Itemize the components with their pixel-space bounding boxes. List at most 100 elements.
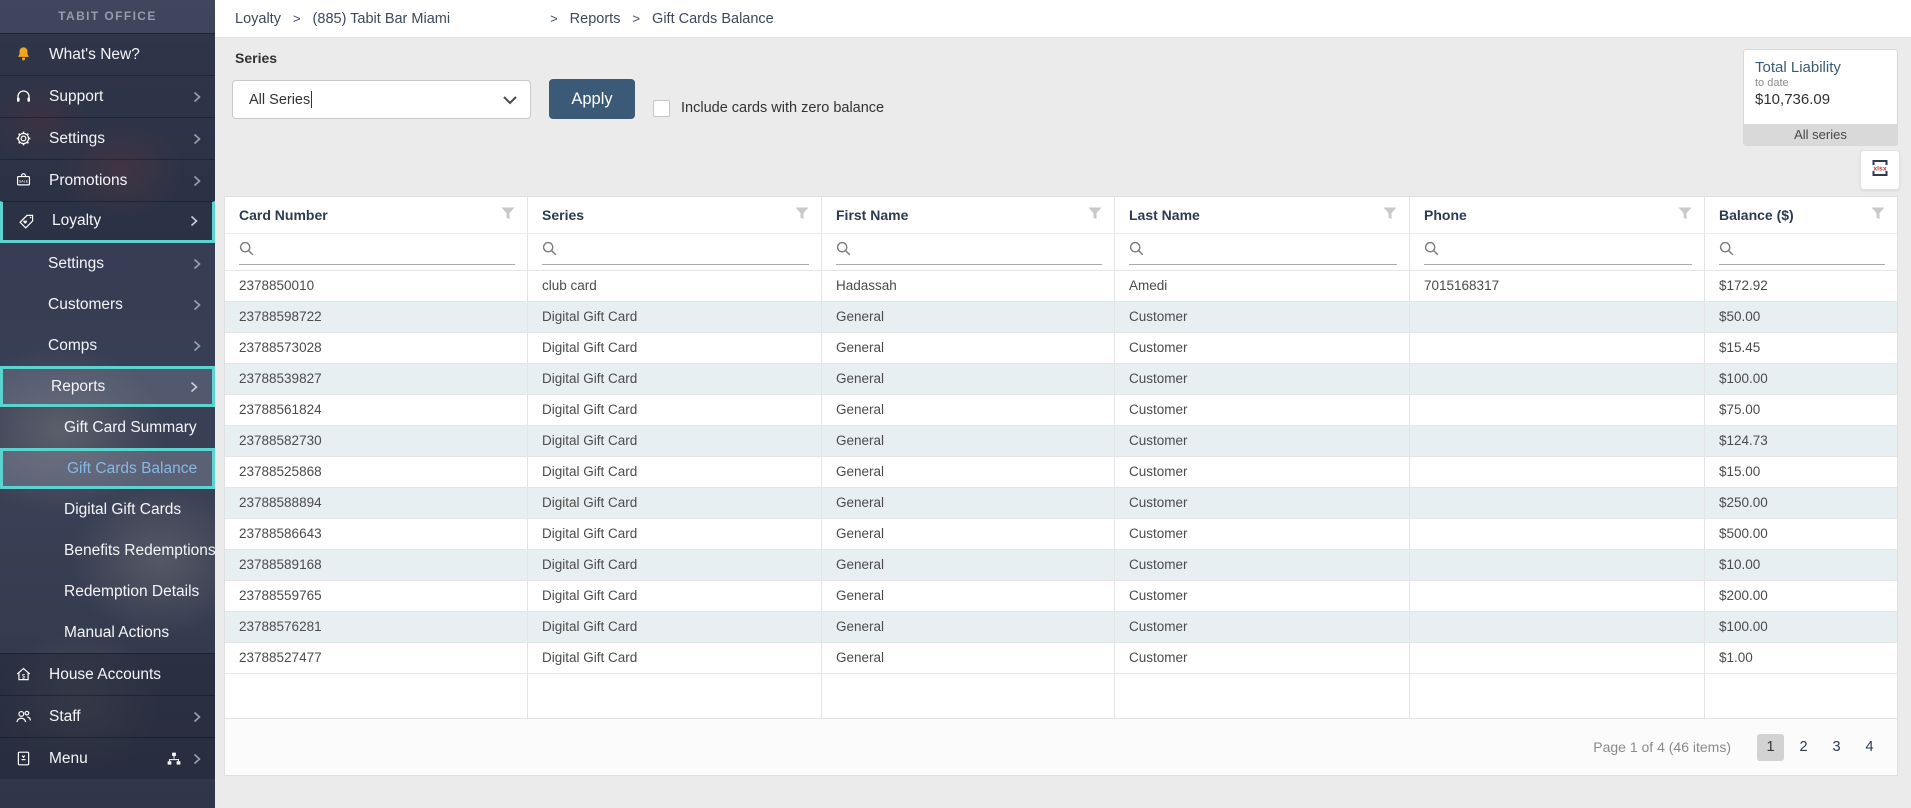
sidebar-item-customers[interactable]: Customers — [0, 284, 215, 325]
cell-first-name: Hadassah — [822, 271, 1115, 301]
main-content: Series All Series Apply Include cards wi… — [215, 38, 1911, 808]
table-row[interactable]: 23788561824 Digital Gift Card General Cu… — [225, 394, 1897, 425]
table-row[interactable]: 23788573028 Digital Gift Card General Cu… — [225, 332, 1897, 363]
page-button-2[interactable]: 2 — [1790, 734, 1817, 761]
sidebar-item-manual-actions[interactable]: Manual Actions — [0, 612, 215, 653]
zero-balance-checkbox[interactable] — [653, 100, 670, 117]
cell-balance: $15.45 — [1705, 333, 1897, 363]
cell-phone — [1410, 457, 1705, 487]
sidebar: TABIT OFFICE What's New? Support Setting… — [0, 0, 215, 808]
gear-icon — [14, 129, 40, 148]
table-row[interactable]: 23788598722 Digital Gift Card General Cu… — [225, 301, 1897, 332]
page-button-3[interactable]: 3 — [1823, 734, 1850, 761]
table-row[interactable]: 23788588894 Digital Gift Card General Cu… — [225, 487, 1897, 518]
chevron-right-icon — [193, 258, 201, 270]
filter-last-name-input[interactable] — [1151, 244, 1397, 259]
series-combobox[interactable]: All Series — [232, 80, 531, 119]
total-liability-title: Total Liability — [1744, 50, 1897, 77]
cell-first-name: General — [822, 302, 1115, 332]
sidebar-item-reports[interactable]: Reports — [0, 366, 215, 407]
sidebar-item-label: Gift Cards Balance — [67, 460, 198, 478]
filter-series-input[interactable] — [564, 244, 809, 259]
page-button-4[interactable]: 4 — [1856, 734, 1883, 761]
sidebar-item-gift-cards-balance[interactable]: Gift Cards Balance — [0, 448, 215, 489]
export-xlsx-button[interactable]: xlsx — [1860, 150, 1900, 190]
column-header-phone[interactable]: Phone — [1410, 197, 1705, 233]
column-label: Last Name — [1129, 207, 1200, 223]
sidebar-item-loyalty-settings[interactable]: Settings — [0, 243, 215, 284]
sidebar-item-whats-new[interactable]: What's New? — [0, 33, 215, 75]
filter-funnel-icon[interactable] — [1088, 207, 1102, 223]
chevron-right-icon — [193, 299, 201, 311]
sidebar-item-support[interactable]: Support — [0, 75, 215, 117]
filter-funnel-icon[interactable] — [1678, 207, 1692, 223]
table-row[interactable]: 23788576281 Digital Gift Card General Cu… — [225, 611, 1897, 642]
total-liability-amount: $10,736.09 — [1744, 89, 1897, 108]
cell-balance: $100.00 — [1705, 364, 1897, 394]
sidebar-item-gift-card-summary[interactable]: Gift Card Summary — [0, 407, 215, 448]
column-header-first-name[interactable]: First Name — [822, 197, 1115, 233]
sidebar-item-label: Reports — [51, 378, 190, 396]
cell-series: Digital Gift Card — [528, 612, 822, 642]
cell-card-number: 23788598722 — [225, 302, 528, 332]
cell-first-name: General — [822, 643, 1115, 673]
cell-last-name: Amedi — [1115, 271, 1410, 301]
page-button-1[interactable]: 1 — [1757, 734, 1784, 761]
sidebar-item-benefits-redemptions[interactable]: Benefits Redemptions — [0, 530, 215, 571]
cell-first-name: General — [822, 550, 1115, 580]
breadcrumb-reports[interactable]: Reports — [570, 11, 621, 27]
cell-series: Digital Gift Card — [528, 581, 822, 611]
filter-funnel-icon[interactable] — [1871, 207, 1885, 223]
breadcrumb-loyalty[interactable]: Loyalty — [235, 11, 281, 27]
brand-title: TABIT OFFICE — [0, 0, 215, 33]
filter-first-name-input[interactable] — [858, 244, 1102, 259]
sidebar-item-house-accounts[interactable]: $ House Accounts — [0, 653, 215, 695]
cell-card-number: 2378850010 — [225, 271, 528, 301]
table-row[interactable]: 23788589168 Digital Gift Card General Cu… — [225, 549, 1897, 580]
total-liability-footer: All series — [1744, 124, 1897, 145]
sidebar-item-settings[interactable]: Settings — [0, 117, 215, 159]
top-bar: Loyalty > (885) Tabit Bar Miami > Report… — [215, 0, 1911, 38]
table-row[interactable]: 23788539827 Digital Gift Card General Cu… — [225, 363, 1897, 394]
filter-phone-input[interactable] — [1446, 244, 1692, 259]
table-row[interactable]: 23788559765 Digital Gift Card General Cu… — [225, 580, 1897, 611]
filter-funnel-icon[interactable] — [1383, 207, 1397, 223]
table-row[interactable]: 2378850010 club card Hadassah Amedi 7015… — [225, 270, 1897, 301]
total-liability-card: Total Liability to date $10,736.09 All s… — [1743, 49, 1898, 146]
sidebar-item-label: Support — [49, 88, 193, 106]
apply-button[interactable]: Apply — [549, 79, 635, 119]
filter-funnel-icon[interactable] — [795, 207, 809, 223]
sidebar-item-comps[interactable]: Comps — [0, 325, 215, 366]
sidebar-item-staff[interactable]: Staff — [0, 695, 215, 737]
breadcrumb-venue[interactable]: (885) Tabit Bar Miami — [313, 11, 451, 27]
sale-sign-icon: SALE — [14, 171, 40, 190]
filter-funnel-icon[interactable] — [501, 207, 515, 223]
table-row[interactable]: 23788582730 Digital Gift Card General Cu… — [225, 425, 1897, 456]
cell-balance: $250.00 — [1705, 488, 1897, 518]
table-row[interactable]: 23788527477 Digital Gift Card General Cu… — [225, 642, 1897, 673]
search-icon — [1424, 241, 1439, 261]
cell-last-name: Customer — [1115, 643, 1410, 673]
cell-series: Digital Gift Card — [528, 643, 822, 673]
sidebar-item-loyalty[interactable]: Loyalty — [0, 201, 215, 243]
xlsx-export-icon: xlsx — [1868, 156, 1892, 185]
empty-row — [225, 673, 1897, 718]
column-header-series[interactable]: Series — [528, 197, 822, 233]
cell-balance: $15.00 — [1705, 457, 1897, 487]
cell-series: Digital Gift Card — [528, 488, 822, 518]
cell-first-name: General — [822, 333, 1115, 363]
table-row[interactable]: 23788525868 Digital Gift Card General Cu… — [225, 456, 1897, 487]
sidebar-item-menu[interactable]: Menu — [0, 737, 215, 779]
sidebar-item-redemption-details[interactable]: Redemption Details — [0, 571, 215, 612]
sidebar-item-label: What's New? — [49, 46, 201, 64]
column-header-card-number[interactable]: Card Number — [225, 197, 528, 233]
sidebar-item-label: Comps — [48, 337, 193, 355]
column-header-last-name[interactable]: Last Name — [1115, 197, 1410, 233]
table-row[interactable]: 23788586643 Digital Gift Card General Cu… — [225, 518, 1897, 549]
sidebar-item-promotions[interactable]: SALE Promotions — [0, 159, 215, 201]
filter-balance-input[interactable] — [1741, 244, 1897, 259]
filter-card-number-input[interactable] — [261, 244, 515, 259]
column-header-balance[interactable]: Balance ($) — [1705, 197, 1897, 233]
cell-last-name: Customer — [1115, 581, 1410, 611]
sidebar-item-digital-gift-cards[interactable]: Digital Gift Cards — [0, 489, 215, 530]
